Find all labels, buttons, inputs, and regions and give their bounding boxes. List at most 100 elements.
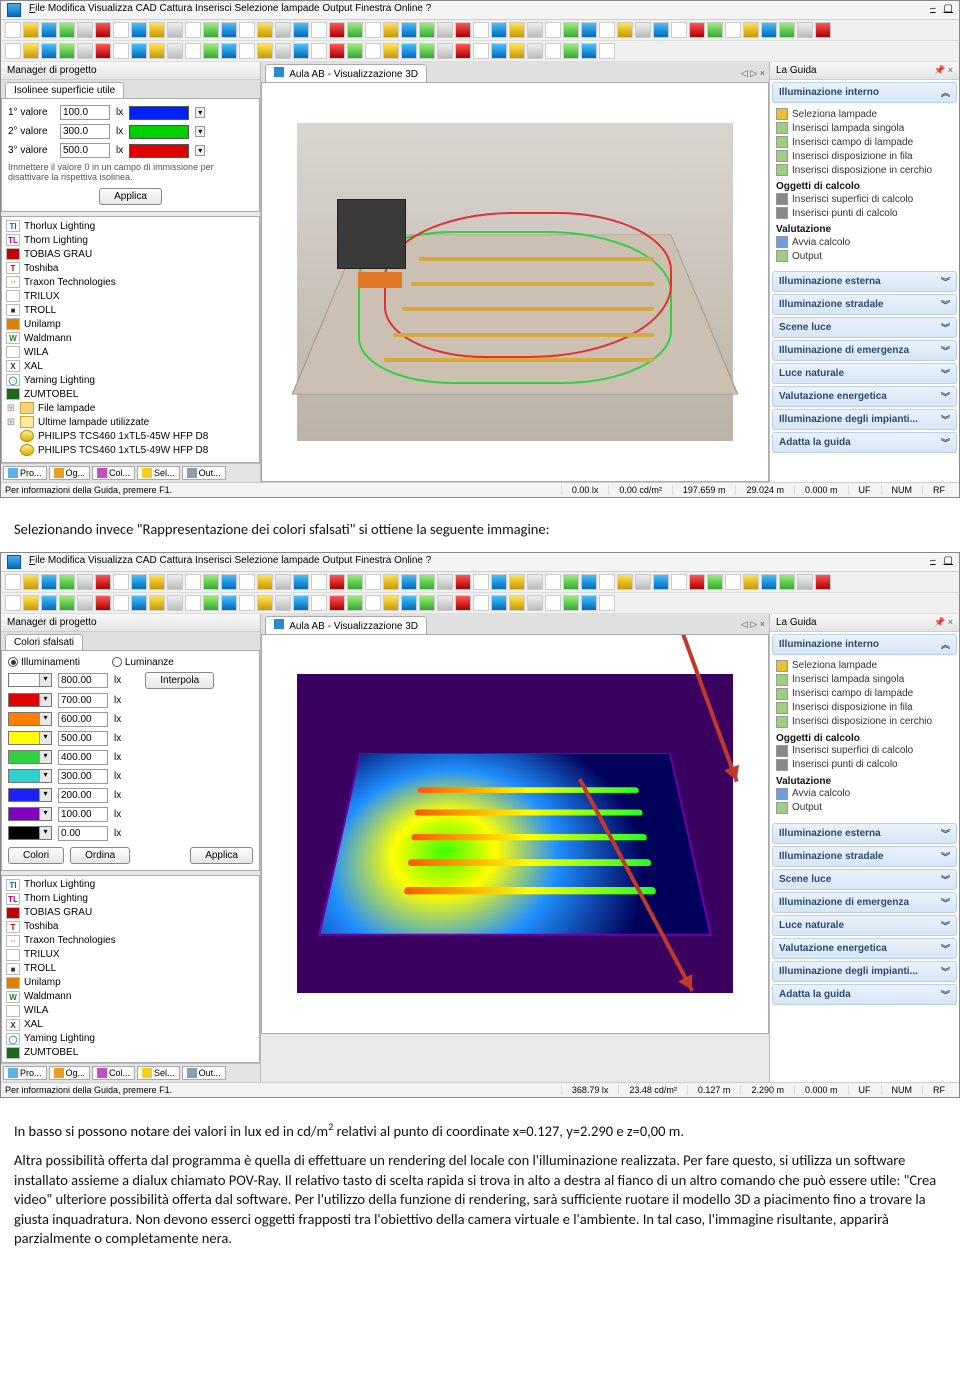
falsecolor-value-input[interactable] (58, 673, 108, 688)
guide-section-collapsed[interactable]: Luce naturale︾ (772, 915, 957, 936)
guide-section-collapsed[interactable]: Scene luce︾ (772, 317, 957, 338)
guide-section-collapsed[interactable]: Illuminazione stradale︾ (772, 846, 957, 867)
toolbar-icon[interactable] (311, 574, 327, 590)
guide-section-collapsed[interactable]: Illuminazione degli impianti...︾ (772, 409, 957, 430)
toolbar-icon[interactable] (617, 574, 633, 590)
toolbar-icon[interactable] (185, 574, 201, 590)
tree-item[interactable]: WILA (2, 345, 259, 359)
tree-item[interactable]: ⊞File lampade (2, 401, 259, 415)
toolbar-icon[interactable] (41, 43, 57, 59)
isoline-value-input[interactable] (60, 105, 110, 120)
guide-section-collapsed[interactable]: Illuminazione stradale︾ (772, 294, 957, 315)
toolbar-icon[interactable] (293, 43, 309, 59)
isoline-color-swatch[interactable] (129, 144, 189, 158)
tree-item[interactable]: TRILUX (2, 289, 259, 303)
view-dock-controls[interactable]: ◁ ▷ × (741, 619, 765, 630)
toolbar-icon[interactable] (437, 574, 453, 590)
interpola-button[interactable]: Interpola (145, 672, 214, 689)
toolbar-icon[interactable] (563, 22, 579, 38)
toolbar-icon[interactable] (203, 43, 219, 59)
tree-item[interactable]: ■TROLL (2, 962, 259, 976)
falsecolor-swatch[interactable]: ▾ (8, 693, 52, 707)
view-tab-aula[interactable]: Aula AB - Visualizzazione 3D (265, 616, 427, 634)
toolbar-icon[interactable] (545, 574, 561, 590)
toolbar-icon[interactable] (689, 574, 705, 590)
guide-link[interactable]: Inserisci superfici di calcolo (776, 192, 953, 206)
toolbar-icon[interactable] (167, 595, 183, 611)
guide-link[interactable]: Inserisci disposizione in cerchio (776, 715, 953, 729)
toolbar-icon[interactable] (203, 574, 219, 590)
toolbar-icon[interactable] (455, 595, 471, 611)
toolbar-icon[interactable] (167, 43, 183, 59)
toolbar-icon[interactable] (77, 574, 93, 590)
toolbar-icon[interactable] (707, 574, 723, 590)
toolbar-icon[interactable] (5, 574, 21, 590)
tree-item[interactable]: WWaldmann (2, 331, 259, 345)
toolbar-icon[interactable] (509, 43, 525, 59)
toolbar-icon[interactable] (293, 22, 309, 38)
toolbar-icon[interactable] (491, 22, 507, 38)
toolbar-icon[interactable] (545, 595, 561, 611)
toolbar-icon[interactable] (347, 595, 363, 611)
tree-item[interactable]: PHILIPS TCS460 1xTL5-45W HFP D8 (2, 429, 259, 443)
toolbar-icon[interactable] (23, 595, 39, 611)
toolbar-icon[interactable] (347, 22, 363, 38)
guide-section-illuminazione-interno[interactable]: Illuminazione interno︽ (772, 634, 957, 655)
menu-selezionelampade[interactable]: Selezione lampade (235, 555, 320, 566)
tree-item[interactable]: TToshiba (2, 261, 259, 275)
falsecolor-value-input[interactable] (58, 750, 108, 765)
tree-item[interactable]: WWaldmann (2, 990, 259, 1004)
guide-link[interactable]: Output (776, 249, 953, 263)
toolbar-icon[interactable] (455, 22, 471, 38)
tree-item[interactable]: ⋅⋅Traxon Technologies (2, 934, 259, 948)
toolbar-icon[interactable] (23, 574, 39, 590)
toolbar-icon[interactable] (5, 22, 21, 38)
toolbar-icon[interactable] (23, 43, 39, 59)
bottom-tab[interactable]: Pro... (3, 1066, 47, 1080)
guide-link[interactable]: Output (776, 801, 953, 815)
toolbar-icon[interactable] (23, 22, 39, 38)
toolbar-icon[interactable] (617, 22, 633, 38)
toolbar-icon[interactable] (95, 43, 111, 59)
menu-file[interactable]: File (29, 555, 45, 566)
toolbar-icon[interactable] (257, 595, 273, 611)
toolbar-icon[interactable] (401, 43, 417, 59)
toolbar-icon[interactable] (599, 595, 615, 611)
minimize-icon[interactable]: – (930, 555, 936, 569)
bottom-tab[interactable]: Sel... (137, 1066, 180, 1080)
guide-link[interactable]: Inserisci superfici di calcolo (776, 744, 953, 758)
toolbar-icon[interactable] (347, 574, 363, 590)
toolbar-icon[interactable] (473, 574, 489, 590)
toolbar-icon[interactable] (365, 22, 381, 38)
tree-item[interactable]: ◯Yaming Lighting (2, 1032, 259, 1046)
view-tab-aula[interactable]: Aula AB - Visualizzazione 3D (265, 64, 427, 82)
toolbar-icon[interactable] (491, 574, 507, 590)
falsecolor-value-input[interactable] (58, 769, 108, 784)
toolbar-icon[interactable] (41, 22, 57, 38)
toolbar-icon[interactable] (437, 595, 453, 611)
tree-item[interactable]: ⋅⋅Traxon Technologies (2, 275, 259, 289)
guide-section-collapsed[interactable]: Luce naturale︾ (772, 363, 957, 384)
toolbar-icon[interactable] (707, 22, 723, 38)
toolbar-icon[interactable] (761, 574, 777, 590)
toolbar-icon[interactable] (365, 595, 381, 611)
toolbar-icon[interactable] (185, 22, 201, 38)
guide-section-collapsed[interactable]: Adatta la guida︾ (772, 984, 957, 1005)
toolbar-icon[interactable] (5, 595, 21, 611)
toolbar-icon[interactable] (527, 22, 543, 38)
isoline-value-input[interactable] (60, 143, 110, 158)
toolbar-icon[interactable] (311, 22, 327, 38)
toolbar-icon[interactable] (293, 595, 309, 611)
guide-link[interactable]: Seleziona lampade (776, 107, 953, 121)
toolbar-icon[interactable] (545, 22, 561, 38)
toolbar-icon[interactable] (779, 574, 795, 590)
toolbar-icon[interactable] (581, 22, 597, 38)
toolbar-icon[interactable] (581, 574, 597, 590)
guide-dock-controls[interactable]: 📌 × (934, 65, 953, 76)
menu-inserisci[interactable]: Inserisci (195, 3, 232, 14)
toolbar-icon[interactable] (401, 595, 417, 611)
toolbar-icon[interactable] (95, 595, 111, 611)
falsecolor-swatch[interactable]: ▾ (8, 750, 52, 764)
toolbar-icon[interactable] (149, 574, 165, 590)
isoline-color-swatch[interactable] (129, 106, 189, 120)
